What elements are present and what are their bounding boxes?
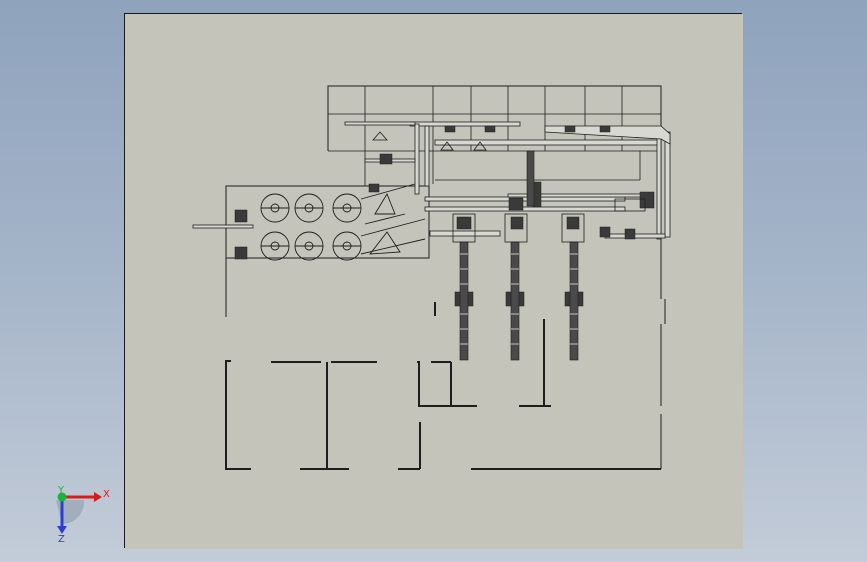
z-axis-label: Z: [58, 534, 65, 545]
x-axis-label: X: [103, 489, 110, 500]
graphics-viewport[interactable]: X Y Z: [0, 0, 867, 562]
drawing-sheet[interactable]: [124, 13, 743, 549]
y-axis-label: Y: [57, 485, 65, 496]
coordinate-triad: X Y Z: [56, 485, 110, 545]
triad-shadow: [56, 500, 85, 525]
factory-floor-plan[interactable]: [125, 14, 743, 549]
z-axis-head: [57, 526, 67, 534]
x-axis-head: [94, 492, 102, 502]
